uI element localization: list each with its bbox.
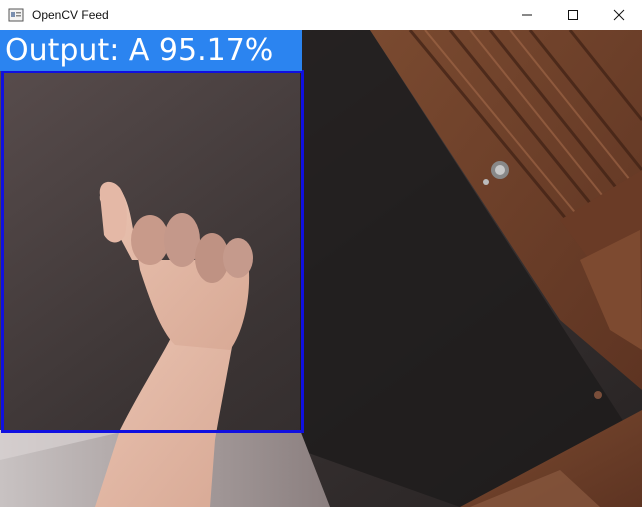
maximize-icon: [568, 10, 578, 20]
window-title: OpenCV Feed: [32, 8, 109, 22]
maximize-button[interactable]: [550, 0, 596, 30]
minimize-button[interactable]: [504, 0, 550, 30]
window-controls: [504, 0, 642, 30]
camera-feed: Output: A 95.17%: [0, 30, 642, 507]
close-button[interactable]: [596, 0, 642, 30]
title-bar[interactable]: OpenCV Feed: [0, 0, 642, 30]
prediction-label: Output: A 95.17%: [0, 30, 302, 71]
window-app-icon: [8, 8, 24, 22]
detection-bounding-box: [1, 70, 304, 433]
close-icon: [613, 9, 625, 21]
minimize-icon: [522, 14, 532, 16]
opencv-window: OpenCV Feed Output: A 95.17%: [0, 0, 642, 507]
